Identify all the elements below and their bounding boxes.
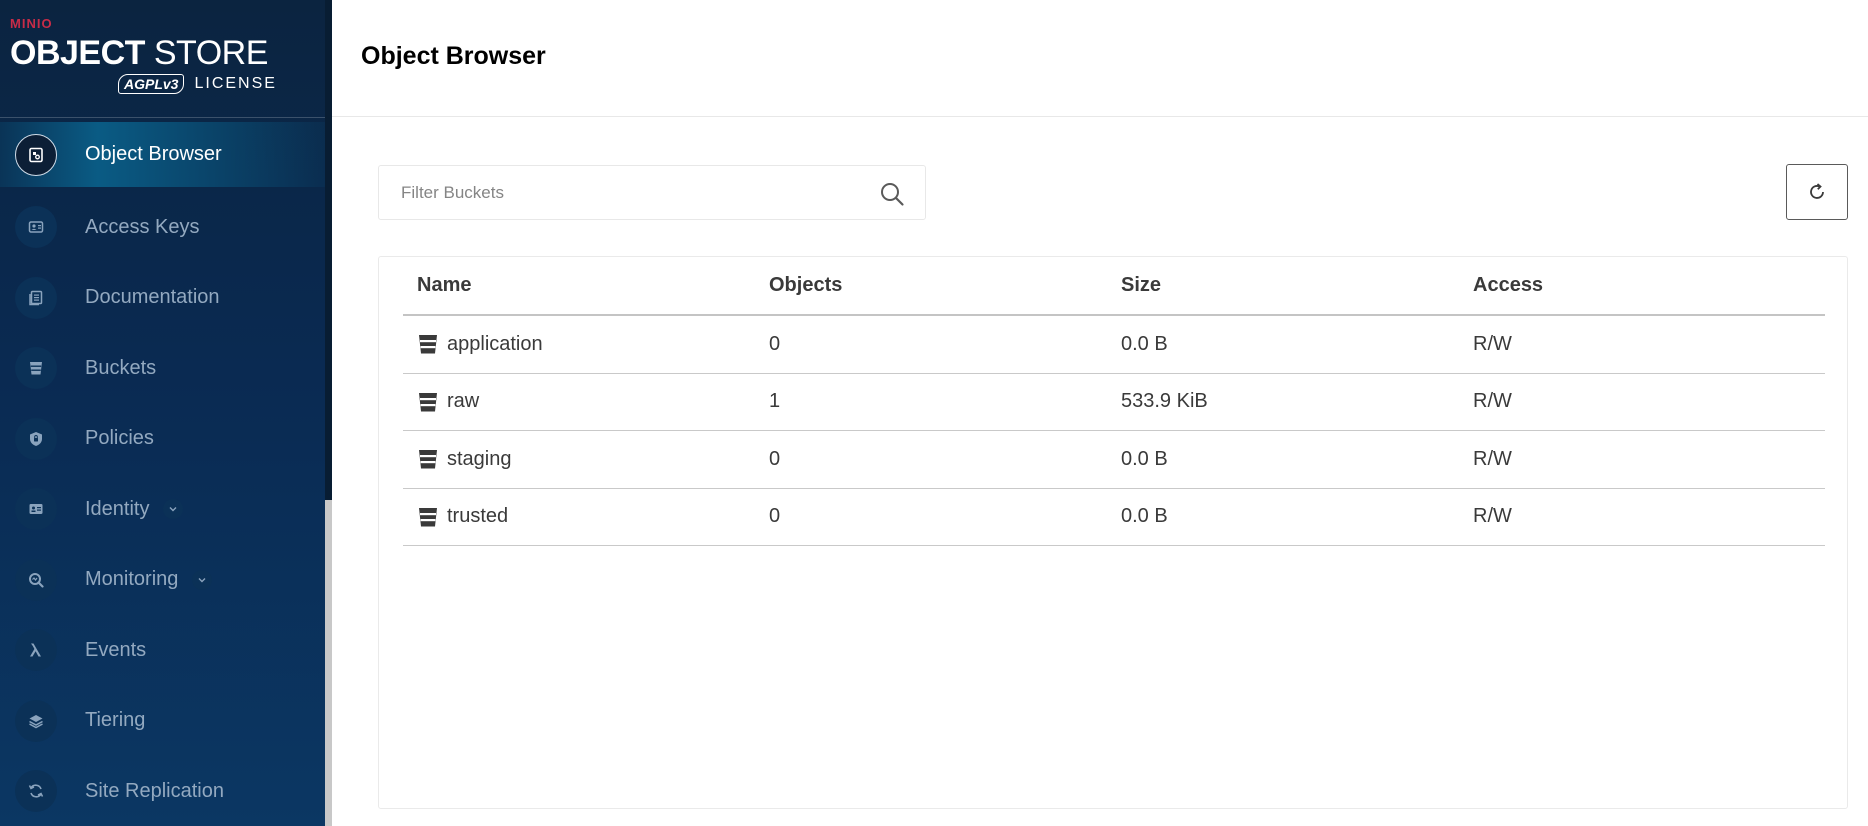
bucket-size-cell: 0.0 B	[1121, 447, 1168, 470]
sidebar-scrollbar[interactable]	[325, 0, 332, 826]
sidebar-item-label: Policies	[85, 427, 154, 450]
sidebar-item-object-browser[interactable]: Object Browser	[0, 122, 325, 187]
bucket-icon	[15, 347, 57, 390]
bucket-name: staging	[447, 447, 512, 470]
bucket-name: trusted	[447, 505, 509, 528]
sidebar-item-label: Access Keys	[85, 215, 200, 238]
sidebar-item-monitoring[interactable]: Monitoring	[0, 545, 325, 616]
sidebar: MINIO OBJECT STORE AGPLv3 LICENSE Object…	[0, 0, 325, 826]
search-icon[interactable]	[879, 181, 905, 207]
sidebar-nav: Object Browser Access Keys Documentation…	[0, 122, 325, 826]
layers-icon	[15, 699, 57, 742]
bucket-size-cell: 533.9 KiB	[1121, 390, 1208, 413]
bucket-access-cell: R/W	[1473, 332, 1512, 355]
minio-logo[interactable]: MINIO OBJECT STORE AGPLv3 LICENSE	[10, 16, 310, 100]
sidebar-item-label: Buckets	[85, 356, 157, 379]
main-content: Object Browser Name Objects Size Access …	[332, 0, 1868, 826]
agpl-badge: AGPLv3	[118, 74, 185, 94]
sidebar-item-label: Documentation	[85, 286, 220, 309]
bucket-icon	[419, 392, 437, 412]
filter-buckets-field[interactable]	[378, 165, 926, 220]
bucket-name: raw	[447, 390, 480, 413]
sidebar-scrollbar-thumb[interactable]	[325, 0, 332, 500]
sidebar-item-identity[interactable]: Identity	[0, 474, 325, 545]
buckets-table-panel: Name Objects Size Access application 0 0…	[378, 256, 1848, 809]
bucket-icon	[419, 507, 437, 527]
bucket-name-cell: raw	[403, 390, 755, 413]
bucket-name-cell: application	[403, 333, 755, 356]
bucket-name-cell: trusted	[403, 505, 755, 528]
sidebar-item-label: Object Browser	[85, 143, 222, 165]
logo-product-bold: OBJECT	[10, 34, 145, 72]
sidebar-item-events[interactable]: Events	[0, 615, 325, 686]
sidebar-item-label: Site Replication	[85, 779, 224, 802]
page-title: Object Browser	[361, 42, 546, 70]
bucket-objects-cell: 0	[769, 505, 781, 528]
page-header: Object Browser	[332, 0, 1868, 117]
license-label: LICENSE	[194, 75, 277, 92]
lambda-icon	[15, 629, 57, 672]
bucket-size-cell: 0.0 B	[1121, 505, 1168, 528]
chevron-down-icon[interactable]	[192, 569, 213, 590]
bucket-access-cell: R/W	[1473, 447, 1512, 470]
bucket-name-cell: staging	[403, 448, 755, 471]
object-browser-icon	[15, 133, 57, 176]
filter-buckets-input[interactable]	[401, 166, 861, 219]
logo-license: AGPLv3 LICENSE	[118, 74, 277, 94]
refresh-icon	[1810, 183, 1824, 199]
logo-product-light: STORE	[153, 34, 269, 72]
sidebar-item-label: Monitoring	[85, 568, 179, 591]
column-header-size[interactable]: Size	[1107, 274, 1459, 297]
table-row[interactable]: staging 0 0.0 B R/W	[403, 431, 1825, 489]
refresh-button[interactable]	[1786, 164, 1848, 220]
sidebar-item-label: Identity	[85, 497, 150, 520]
shield-icon	[15, 417, 57, 460]
id-card-icon	[15, 488, 57, 531]
table-row[interactable]: raw 1 533.9 KiB R/W	[403, 374, 1825, 431]
bucket-access-cell: R/W	[1473, 390, 1512, 413]
sync-icon	[15, 770, 57, 813]
bucket-objects-cell: 0	[769, 332, 781, 355]
documentation-icon	[15, 276, 57, 319]
buckets-table: Name Objects Size Access application 0 0…	[403, 257, 1825, 546]
sidebar-item-site-replication[interactable]: Site Replication	[0, 756, 325, 826]
table-header: Name Objects Size Access	[403, 257, 1825, 316]
bucket-icon	[419, 450, 437, 469]
logo-brand: MINIO	[10, 16, 53, 31]
sidebar-item-access-keys[interactable]: Access Keys	[0, 192, 325, 263]
column-header-name[interactable]: Name	[403, 274, 755, 297]
sidebar-item-buckets[interactable]: Buckets	[0, 333, 325, 404]
logo-product-name: OBJECT STORE	[10, 34, 268, 73]
chevron-down-icon[interactable]	[163, 499, 184, 520]
magnifier-icon	[15, 558, 57, 601]
table-row[interactable]: application 0 0.0 B R/W	[403, 316, 1825, 374]
table-row[interactable]: trusted 0 0.0 B R/W	[403, 489, 1825, 546]
access-keys-icon	[15, 206, 57, 249]
column-header-access[interactable]: Access	[1459, 274, 1825, 297]
bucket-size-cell: 0.0 B	[1121, 332, 1168, 355]
sidebar-item-label: Events	[85, 638, 147, 661]
sidebar-item-documentation[interactable]: Documentation	[0, 263, 325, 334]
logo-divider	[0, 117, 325, 118]
sidebar-item-tiering[interactable]: Tiering	[0, 686, 325, 757]
bucket-access-cell: R/W	[1473, 505, 1512, 528]
bucket-objects-cell: 0	[769, 447, 781, 470]
bucket-objects-cell: 1	[769, 390, 781, 413]
sidebar-item-policies[interactable]: Policies	[0, 404, 325, 475]
column-header-objects[interactable]: Objects	[755, 274, 1107, 297]
sidebar-item-label: Tiering	[85, 709, 146, 732]
bucket-name: application	[447, 332, 543, 355]
bucket-icon	[419, 335, 437, 354]
